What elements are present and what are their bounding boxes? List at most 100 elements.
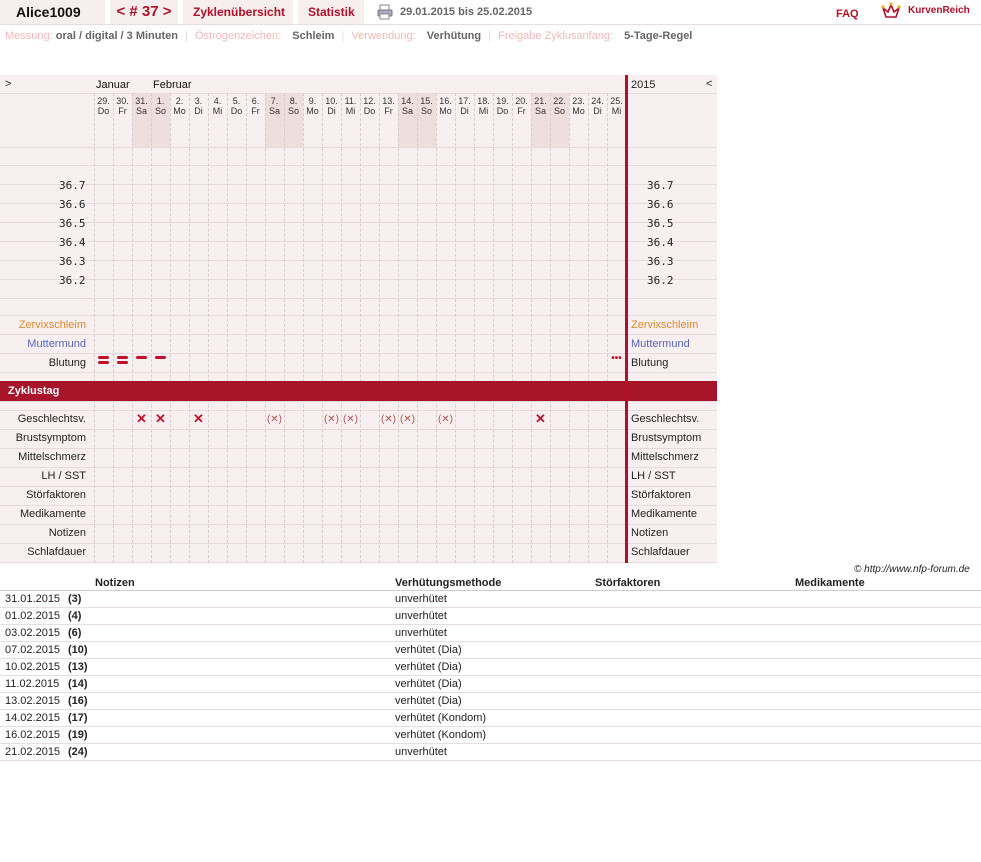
row-label-blutung-right: Blutung (631, 357, 669, 369)
bleeding-mark[interactable] (117, 356, 128, 359)
grid-line (0, 260, 717, 261)
row-method: verhütet (Dia) (395, 678, 462, 690)
date-number: 18. (477, 96, 490, 106)
date-number: 22. (553, 96, 566, 106)
weekday: Do (496, 106, 509, 116)
grid-column-line (208, 93, 209, 563)
date-number: 23. (572, 96, 585, 106)
row-method: unverhütet (395, 627, 447, 639)
bleeding-mark[interactable] (98, 361, 109, 364)
grid-column-line (113, 93, 114, 563)
grid-column-line (132, 93, 133, 563)
grid-column-line (550, 93, 551, 563)
grid-line (0, 486, 717, 487)
grid-column-line (322, 93, 323, 563)
weekday: Sa (135, 106, 147, 116)
intercourse-protected-mark[interactable]: (✕) (322, 414, 341, 426)
bleeding-mark[interactable] (136, 356, 147, 359)
weekday: So (420, 106, 432, 116)
grid-line (0, 467, 717, 468)
nav-prev-button[interactable]: > (5, 78, 11, 90)
grid-line (0, 315, 717, 316)
grid-column-line (531, 93, 532, 563)
logo-text[interactable]: KurvenReich (908, 5, 970, 16)
bleeding-mark[interactable] (155, 356, 166, 359)
date-number: 30. (116, 96, 129, 106)
faq-link[interactable]: FAQ (836, 8, 859, 20)
row-label-right: Medikamente (631, 508, 698, 520)
weekday: Sa (534, 106, 546, 116)
date-number: 29. (97, 96, 110, 106)
intercourse-protected-mark[interactable]: (✕) (436, 414, 455, 426)
row-label-right: Notizen (631, 527, 669, 539)
row-cycle-day: (17) (68, 712, 88, 724)
weekday: Mi (611, 106, 622, 116)
row-cycle-day: (14) (68, 678, 88, 690)
table-row: 13.02.2015 (16) verhütet (Dia) (0, 693, 981, 710)
intercourse-protected-mark[interactable]: (✕) (398, 414, 417, 426)
printer-icon[interactable] (377, 4, 393, 20)
row-method: verhütet (Dia) (395, 695, 462, 707)
table-row: 21.02.2015 (24) unverhütet (0, 744, 981, 761)
intercourse-unprotected-mark[interactable]: ✕ (132, 412, 151, 425)
grid-line (0, 165, 717, 166)
temp-label-left: 36.6 (59, 198, 86, 211)
date-number: 13. (382, 96, 395, 106)
row-label: Brustsymptom (15, 432, 86, 444)
intercourse-protected-mark[interactable]: (✕) (341, 414, 360, 426)
grid-column-line (569, 93, 570, 563)
grid-line (0, 524, 717, 525)
info-value: Verhütung (426, 30, 482, 42)
row-label-right: Brustsymptom (631, 432, 702, 444)
month-label: Februar (153, 79, 192, 91)
weekday: So (553, 106, 565, 116)
cycle-navigator[interactable]: < # 37 > (110, 0, 178, 24)
crown-logo-icon[interactable] (881, 2, 901, 20)
date-number: 20. (515, 96, 528, 106)
intercourse-protected-mark[interactable]: (✕) (379, 414, 398, 426)
temp-label-right: 36.2 (647, 274, 674, 287)
tab-zyklenuebersicht[interactable]: Zyklenübersicht (183, 0, 293, 24)
info-value: oral / digital / 3 Minuten (55, 30, 178, 42)
date-number: 8. (289, 96, 298, 106)
copyright: © http://www.nfp-forum.de (854, 564, 970, 575)
row-method: unverhütet (395, 610, 447, 622)
row-date: 13.02.2015 (5, 695, 61, 707)
date-number: 4. (213, 96, 222, 106)
grid-column-line (303, 93, 304, 563)
intercourse-unprotected-mark[interactable]: ✕ (189, 412, 208, 425)
grid-column-line (227, 93, 228, 563)
grid-column-line (455, 93, 456, 563)
temp-label-left: 36.2 (59, 274, 86, 287)
spotting-mark[interactable]: ••• (607, 353, 626, 365)
row-date: 11.02.2015 (5, 678, 60, 690)
date-number: 9. (308, 96, 317, 106)
col-header-medikamente: Medikamente (795, 577, 865, 589)
bleeding-mark[interactable] (117, 361, 128, 364)
nav-next-button[interactable]: < (706, 78, 712, 90)
grid-column-line (265, 93, 266, 563)
row-label: Geschlechtsv. (17, 413, 86, 425)
grid-line (0, 372, 717, 373)
grid-line (0, 562, 717, 563)
row-cycle-day: (19) (68, 729, 88, 741)
grid-line (0, 93, 717, 94)
grid-column-line (417, 93, 418, 563)
tab-statistik[interactable]: Statistik (298, 0, 364, 24)
bleeding-mark[interactable] (98, 356, 109, 359)
grid-column-line (512, 93, 513, 563)
intercourse-protected-mark[interactable]: (✕) (265, 414, 284, 426)
weekday: Mo (572, 106, 585, 116)
table-row: 07.02.2015 (10) verhütet (Dia) (0, 642, 981, 659)
date-number: 2. (175, 96, 184, 106)
temp-label-left: 36.4 (59, 236, 86, 249)
date-number: 19. (496, 96, 509, 106)
grid-line (0, 298, 717, 299)
row-label-right: Geschlechtsv. (631, 413, 700, 425)
row-date: 01.02.2015 (5, 610, 61, 622)
grid-column-line (493, 93, 494, 563)
intercourse-unprotected-mark[interactable]: ✕ (151, 412, 170, 425)
weekday: Fr (118, 106, 127, 116)
intercourse-unprotected-mark[interactable]: ✕ (531, 412, 550, 425)
weekday: Di (593, 106, 602, 116)
